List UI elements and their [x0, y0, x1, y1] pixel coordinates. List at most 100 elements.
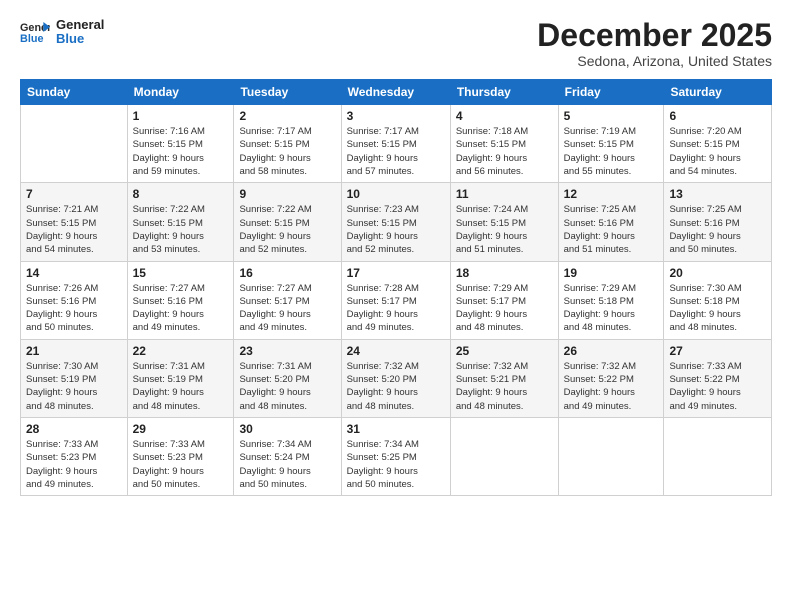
calendar-cell: 24 Sunrise: 7:32 AMSunset: 5:20 PMDayligh…: [341, 339, 450, 417]
logo: General Blue General Blue: [20, 18, 104, 47]
day-info: Sunrise: 7:33 AMSunset: 5:23 PMDaylight:…: [26, 438, 122, 491]
calendar-cell: 14Sunrise: 7:26 AMSunset: 5:16 PMDayligh…: [21, 261, 128, 339]
calendar-cell: 17 Sunrise: 7:28 AMSunset: 5:17 PMDayligh…: [341, 261, 450, 339]
day-number: 18: [456, 266, 553, 280]
day-info: Sunrise: 7:27 AMSunset: 5:17 PMDaylight:…: [239, 282, 335, 335]
calendar-header-monday: Monday: [127, 80, 234, 105]
calendar-cell: 11 Sunrise: 7:24 AMSunset: 5:15 PMDayligh…: [450, 183, 558, 261]
day-number: 11: [456, 187, 553, 201]
day-number: 1: [133, 109, 229, 123]
day-info: Sunrise: 7:34 AMSunset: 5:24 PMDaylight:…: [239, 438, 335, 491]
day-number: 12: [564, 187, 659, 201]
day-number: 16: [239, 266, 335, 280]
calendar-week-1: 7 Sunrise: 7:21 AMSunset: 5:15 PMDaylight…: [21, 183, 772, 261]
day-number: 9: [239, 187, 335, 201]
day-info: Sunrise: 7:28 AMSunset: 5:17 PMDaylight:…: [347, 282, 445, 335]
day-number: 8: [133, 187, 229, 201]
day-info: Sunrise: 7:29 AMSunset: 5:17 PMDaylight:…: [456, 282, 553, 335]
day-number: 23: [239, 344, 335, 358]
day-number: 20: [669, 266, 766, 280]
day-info: Sunrise: 7:31 AMSunset: 5:19 PMDaylight:…: [133, 360, 229, 413]
day-number: 24: [347, 344, 445, 358]
calendar-cell: 21 Sunrise: 7:30 AMSunset: 5:19 PMDayligh…: [21, 339, 128, 417]
day-info: Sunrise: 7:25 AMSunset: 5:16 PMDaylight:…: [564, 203, 659, 256]
day-info: Sunrise: 7:32 AMSunset: 5:20 PMDaylight:…: [347, 360, 445, 413]
month-title: December 2025: [537, 18, 772, 53]
day-info: Sunrise: 7:19 AMSunset: 5:15 PMDaylight:…: [564, 125, 659, 178]
calendar-header-tuesday: Tuesday: [234, 80, 341, 105]
day-info: Sunrise: 7:31 AMSunset: 5:20 PMDaylight:…: [239, 360, 335, 413]
calendar-cell: [21, 105, 128, 183]
calendar-cell: 19Sunrise: 7:29 AMSunset: 5:18 PMDayligh…: [558, 261, 664, 339]
day-number: 15: [133, 266, 229, 280]
day-number: 7: [26, 187, 122, 201]
calendar-cell: 18 Sunrise: 7:29 AMSunset: 5:17 PMDayligh…: [450, 261, 558, 339]
logo-icon: General Blue: [20, 20, 50, 44]
calendar-cell: 28 Sunrise: 7:33 AMSunset: 5:23 PMDayligh…: [21, 417, 128, 495]
calendar-cell: 15 Sunrise: 7:27 AMSunset: 5:16 PMDayligh…: [127, 261, 234, 339]
day-info: Sunrise: 7:30 AMSunset: 5:19 PMDaylight:…: [26, 360, 122, 413]
page: General Blue General Blue December 2025 …: [0, 0, 792, 612]
day-info: Sunrise: 7:17 AMSunset: 5:15 PMDaylight:…: [239, 125, 335, 178]
calendar-week-0: 1Sunrise: 7:16 AMSunset: 5:15 PMDaylight…: [21, 105, 772, 183]
calendar-week-3: 21 Sunrise: 7:30 AMSunset: 5:19 PMDayligh…: [21, 339, 772, 417]
calendar-header-friday: Friday: [558, 80, 664, 105]
calendar-table: SundayMondayTuesdayWednesdayThursdayFrid…: [20, 79, 772, 496]
day-number: 13: [669, 187, 766, 201]
calendar-cell: [450, 417, 558, 495]
day-number: 29: [133, 422, 229, 436]
day-info: Sunrise: 7:33 AMSunset: 5:23 PMDaylight:…: [133, 438, 229, 491]
calendar-cell: 1Sunrise: 7:16 AMSunset: 5:15 PMDaylight…: [127, 105, 234, 183]
calendar-cell: 22Sunrise: 7:31 AMSunset: 5:19 PMDayligh…: [127, 339, 234, 417]
calendar-cell: 6 Sunrise: 7:20 AMSunset: 5:15 PMDaylight…: [664, 105, 772, 183]
day-info: Sunrise: 7:29 AMSunset: 5:18 PMDaylight:…: [564, 282, 659, 335]
day-info: Sunrise: 7:22 AMSunset: 5:15 PMDaylight:…: [239, 203, 335, 256]
day-number: 31: [347, 422, 445, 436]
calendar-cell: [664, 417, 772, 495]
calendar-cell: 16 Sunrise: 7:27 AMSunset: 5:17 PMDayligh…: [234, 261, 341, 339]
calendar-cell: 4 Sunrise: 7:18 AMSunset: 5:15 PMDaylight…: [450, 105, 558, 183]
day-number: 27: [669, 344, 766, 358]
day-number: 2: [239, 109, 335, 123]
day-number: 5: [564, 109, 659, 123]
header: General Blue General Blue December 2025 …: [20, 18, 772, 69]
calendar-header-wednesday: Wednesday: [341, 80, 450, 105]
calendar-cell: 23 Sunrise: 7:31 AMSunset: 5:20 PMDayligh…: [234, 339, 341, 417]
day-number: 4: [456, 109, 553, 123]
calendar-header-thursday: Thursday: [450, 80, 558, 105]
day-number: 30: [239, 422, 335, 436]
day-info: Sunrise: 7:30 AMSunset: 5:18 PMDaylight:…: [669, 282, 766, 335]
day-info: Sunrise: 7:18 AMSunset: 5:15 PMDaylight:…: [456, 125, 553, 178]
day-info: Sunrise: 7:22 AMSunset: 5:15 PMDaylight:…: [133, 203, 229, 256]
day-info: Sunrise: 7:25 AMSunset: 5:16 PMDaylight:…: [669, 203, 766, 256]
calendar-cell: 12 Sunrise: 7:25 AMSunset: 5:16 PMDayligh…: [558, 183, 664, 261]
day-number: 10: [347, 187, 445, 201]
day-number: 28: [26, 422, 122, 436]
day-info: Sunrise: 7:24 AMSunset: 5:15 PMDaylight:…: [456, 203, 553, 256]
day-info: Sunrise: 7:27 AMSunset: 5:16 PMDaylight:…: [133, 282, 229, 335]
day-info: Sunrise: 7:23 AMSunset: 5:15 PMDaylight:…: [347, 203, 445, 256]
day-info: Sunrise: 7:21 AMSunset: 5:15 PMDaylight:…: [26, 203, 122, 256]
logo-line2: Blue: [56, 32, 104, 46]
subtitle: Sedona, Arizona, United States: [537, 53, 772, 69]
calendar-cell: 9 Sunrise: 7:22 AMSunset: 5:15 PMDaylight…: [234, 183, 341, 261]
calendar-cell: [558, 417, 664, 495]
calendar-cell: 25Sunrise: 7:32 AMSunset: 5:21 PMDayligh…: [450, 339, 558, 417]
day-number: 6: [669, 109, 766, 123]
day-number: 17: [347, 266, 445, 280]
day-info: Sunrise: 7:33 AMSunset: 5:22 PMDaylight:…: [669, 360, 766, 413]
day-info: Sunrise: 7:20 AMSunset: 5:15 PMDaylight:…: [669, 125, 766, 178]
svg-text:Blue: Blue: [20, 33, 43, 44]
calendar-cell: 10 Sunrise: 7:23 AMSunset: 5:15 PMDayligh…: [341, 183, 450, 261]
day-info: Sunrise: 7:34 AMSunset: 5:25 PMDaylight:…: [347, 438, 445, 491]
day-number: 25: [456, 344, 553, 358]
calendar-cell: 13 Sunrise: 7:25 AMSunset: 5:16 PMDayligh…: [664, 183, 772, 261]
calendar-cell: 7 Sunrise: 7:21 AMSunset: 5:15 PMDaylight…: [21, 183, 128, 261]
day-number: 3: [347, 109, 445, 123]
day-number: 21: [26, 344, 122, 358]
day-info: Sunrise: 7:17 AMSunset: 5:15 PMDaylight:…: [347, 125, 445, 178]
calendar-cell: 29 Sunrise: 7:33 AMSunset: 5:23 PMDayligh…: [127, 417, 234, 495]
calendar-cell: 30 Sunrise: 7:34 AMSunset: 5:24 PMDayligh…: [234, 417, 341, 495]
calendar-cell: 2 Sunrise: 7:17 AMSunset: 5:15 PMDaylight…: [234, 105, 341, 183]
calendar-cell: 3 Sunrise: 7:17 AMSunset: 5:15 PMDaylight…: [341, 105, 450, 183]
